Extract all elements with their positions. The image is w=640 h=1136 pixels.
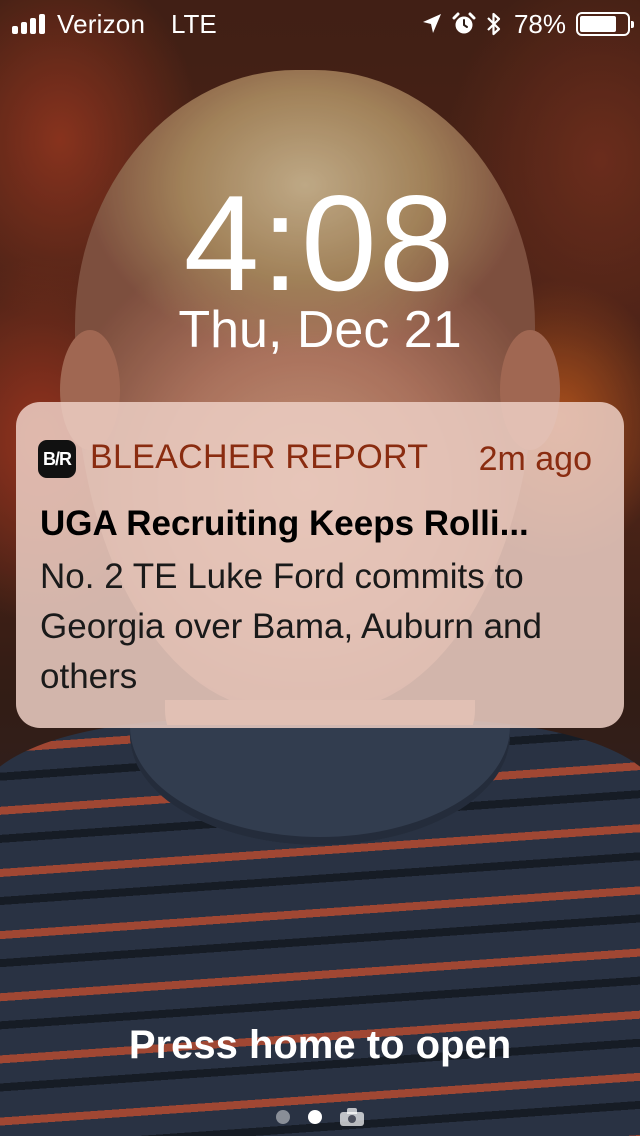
status-bar: Verizon LTE 78% <box>0 0 640 48</box>
carrier-name: Verizon <box>57 9 146 39</box>
page-indicator[interactable] <box>0 1104 640 1130</box>
status-icons: 78% <box>422 8 634 40</box>
notification-title: UGA Recruiting Keeps Rolli... <box>40 504 529 543</box>
notification-body: No. 2 TE Luke Ford commits to Georgia ov… <box>40 557 542 696</box>
lock-screen-date: Thu, Dec 21 <box>178 301 462 359</box>
bluetooth-icon <box>487 12 501 36</box>
location-arrow-icon <box>422 14 441 33</box>
page-dot-lock[interactable] <box>308 1110 322 1124</box>
bleacher-report-app-icon: B/R <box>38 440 76 478</box>
notification-app-name: BLEACHER REPORT <box>90 438 429 476</box>
press-home-hint: Press home to open <box>128 1023 512 1067</box>
battery-percentage: 78% <box>513 8 566 39</box>
signal-strength-icon <box>12 14 52 34</box>
page-dot-widgets[interactable] <box>276 1110 290 1124</box>
notification-timestamp: 2m ago <box>478 440 592 478</box>
camera-icon[interactable] <box>340 1108 364 1126</box>
notification-card[interactable]: B/R BLEACHER REPORT 2m ago UGA Recruitin… <box>16 402 624 728</box>
lock-screen-time: 4:08 <box>183 167 457 319</box>
alarm-clock-icon <box>452 12 476 34</box>
network-type: LTE <box>171 9 217 39</box>
battery-fill <box>580 16 616 32</box>
notification-header: B/R BLEACHER REPORT 2m ago <box>38 438 592 480</box>
battery-icon <box>576 12 634 36</box>
